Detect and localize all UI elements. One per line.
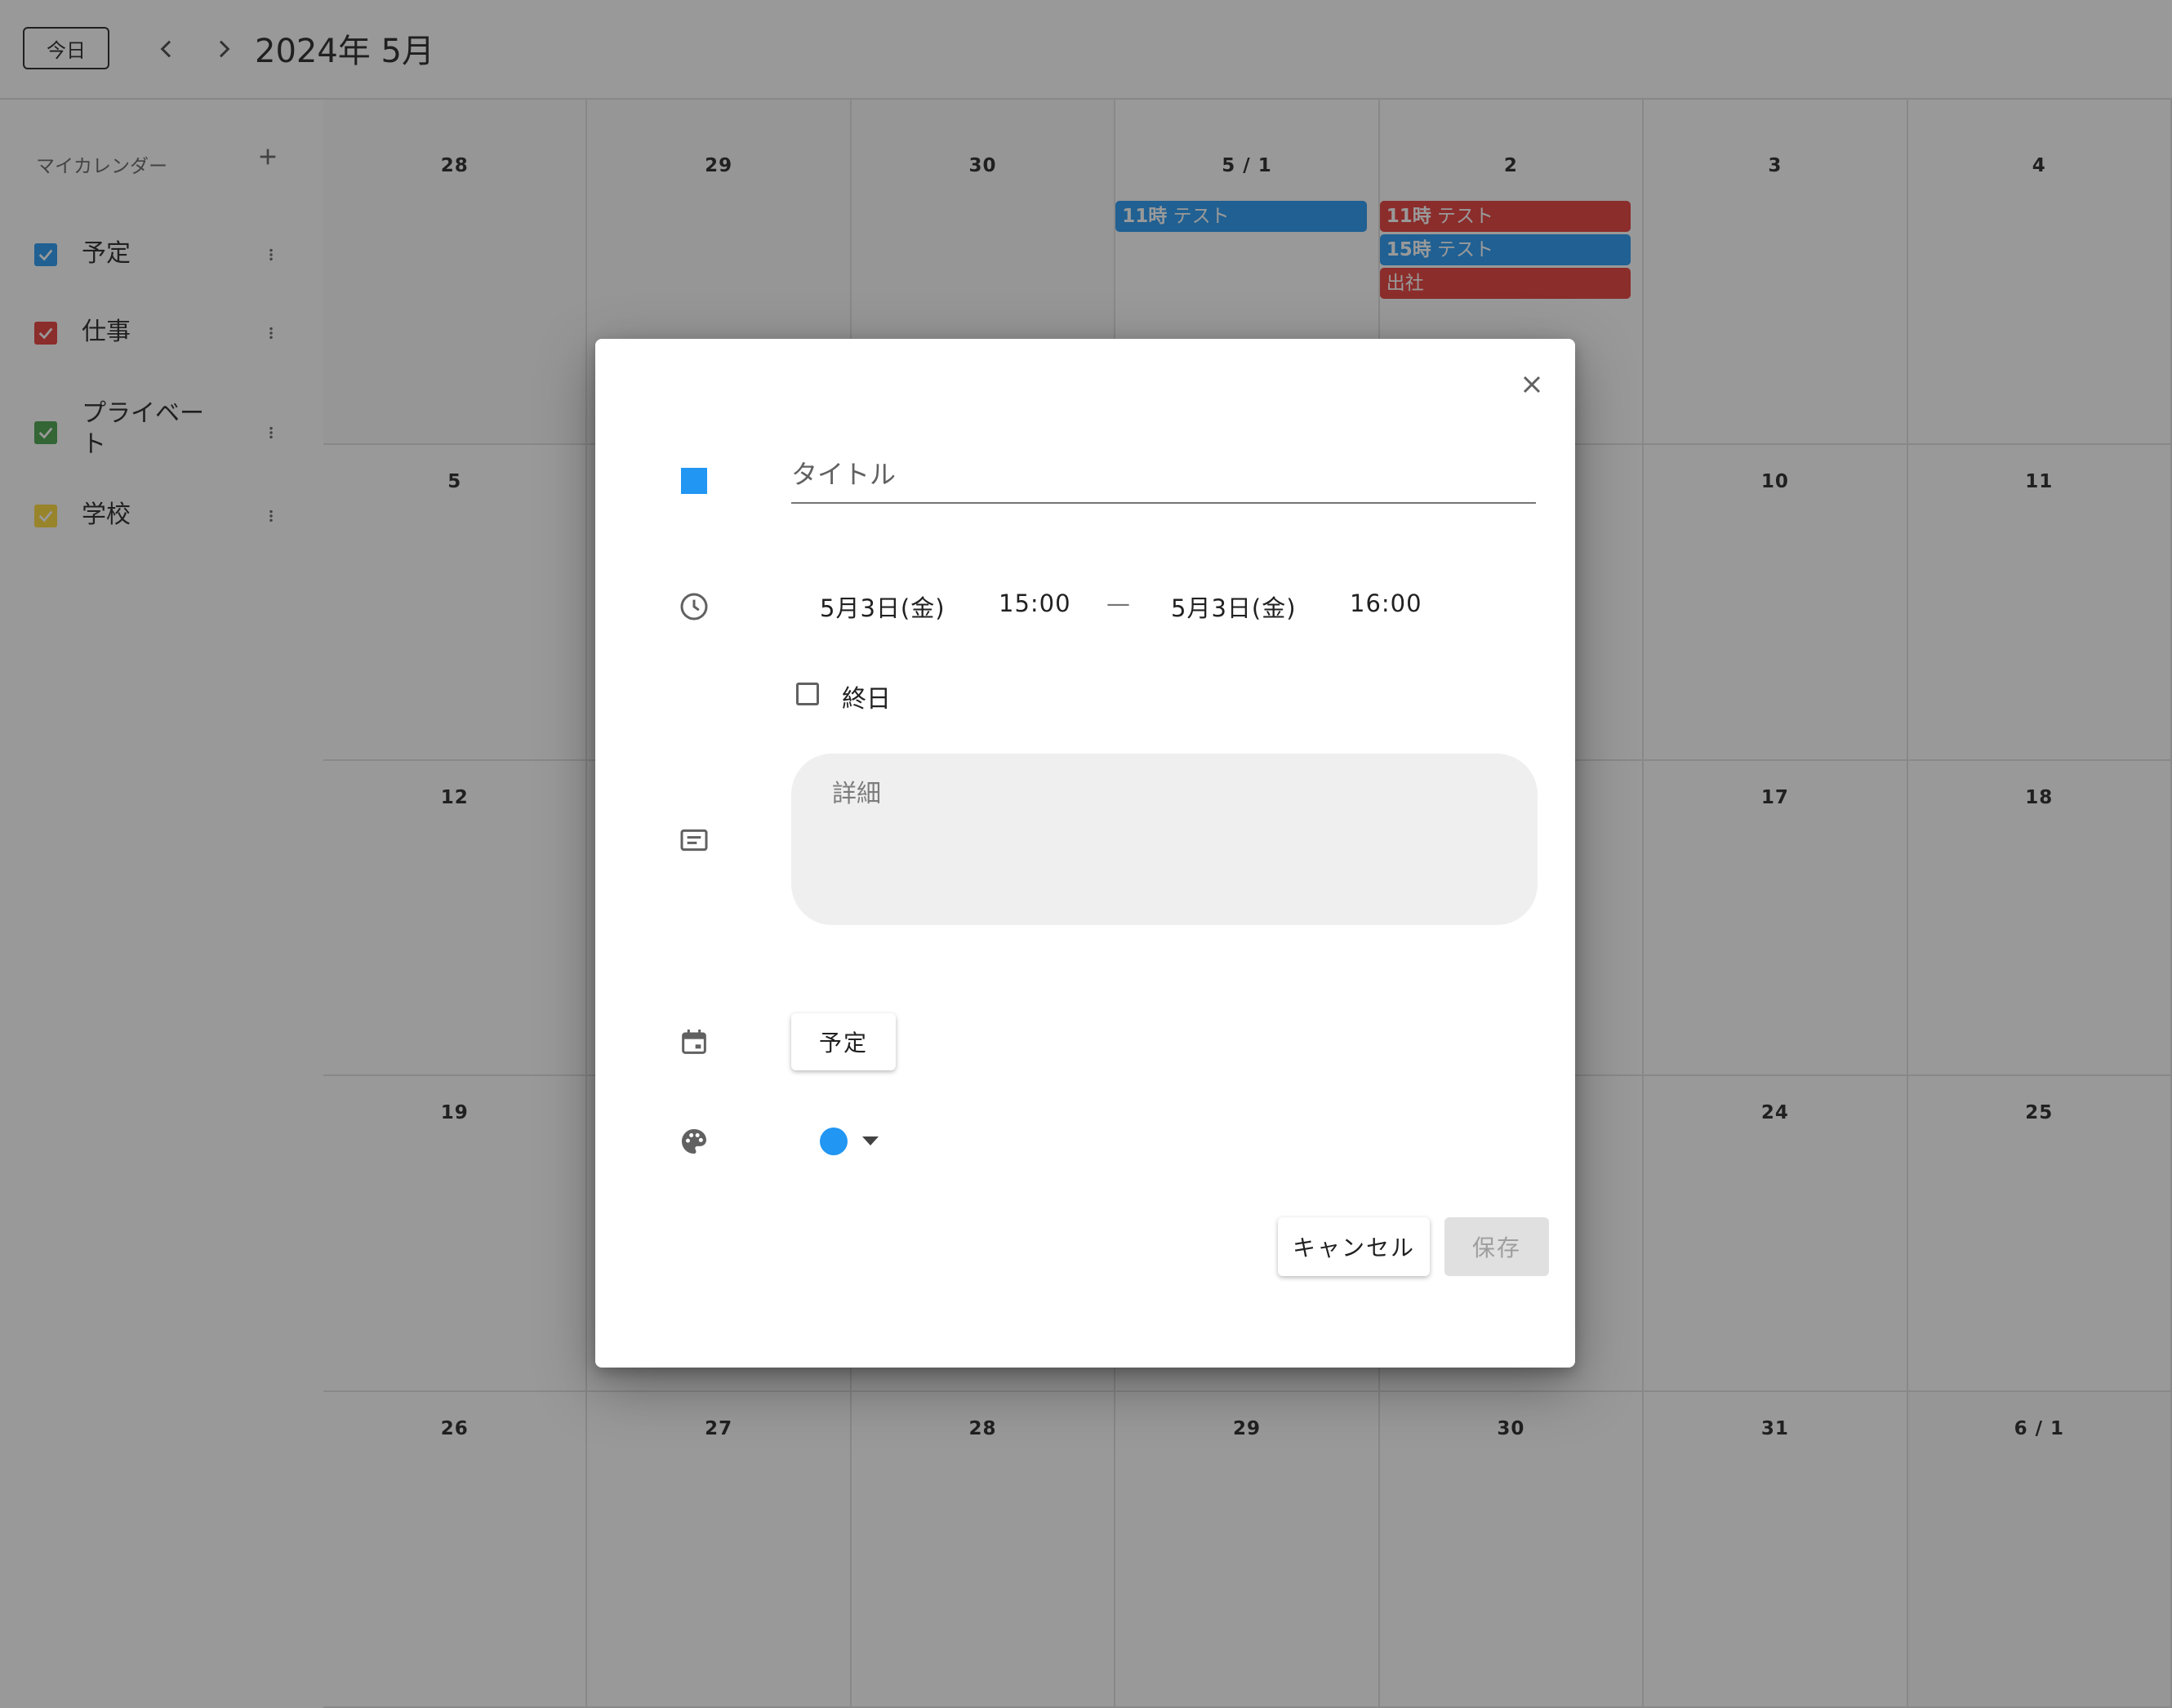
detail-placeholder: 詳細 [832, 780, 881, 808]
palette-icon [677, 1124, 711, 1159]
dropdown-arrow-icon[interactable] [862, 1136, 879, 1145]
clock-icon [677, 589, 711, 624]
end-time[interactable]: 16:00 [1350, 589, 1422, 617]
event-dialog: 5月3日(金) 15:00 — 5月3日(金) 16:00 終日 詳細 予定 キ… [595, 339, 1575, 1368]
detail-textarea[interactable]: 詳細 [791, 754, 1538, 925]
calendar-select-button[interactable]: 予定 [791, 1013, 896, 1070]
save-button[interactable]: 保存 [1444, 1217, 1549, 1276]
allday-label: 終日 [842, 685, 891, 714]
cancel-button[interactable]: キャンセル [1278, 1217, 1430, 1276]
start-time[interactable]: 15:00 [999, 589, 1071, 617]
calendar-icon [677, 1025, 711, 1059]
event-color-swatch [681, 468, 707, 494]
notes-icon [677, 823, 711, 857]
checkbox-box[interactable] [796, 683, 819, 705]
title-input[interactable] [791, 453, 1536, 496]
close-icon [1523, 376, 1541, 394]
color-picker-swatch[interactable] [820, 1128, 848, 1155]
title-field[interactable] [791, 445, 1536, 504]
close-button[interactable] [1516, 368, 1548, 401]
start-date[interactable]: 5月3日(金) [820, 589, 946, 624]
end-date[interactable]: 5月3日(金) [1171, 589, 1297, 624]
date-range-separator: — [1106, 589, 1131, 617]
